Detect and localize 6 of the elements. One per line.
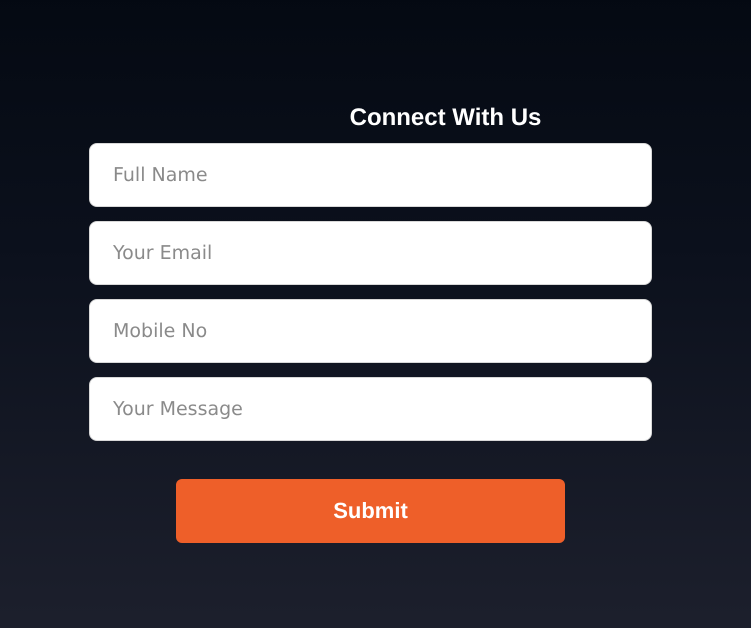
input-field[interactable]: Mobile No	[89, 299, 652, 363]
input-field[interactable]: Your Email	[89, 221, 652, 285]
input-field[interactable]: Your Message	[89, 377, 652, 441]
submit-button[interactable]: Submit	[176, 479, 565, 543]
form-title: Connect With Us	[348, 103, 542, 133]
input-field[interactable]: Full Name	[89, 143, 652, 207]
